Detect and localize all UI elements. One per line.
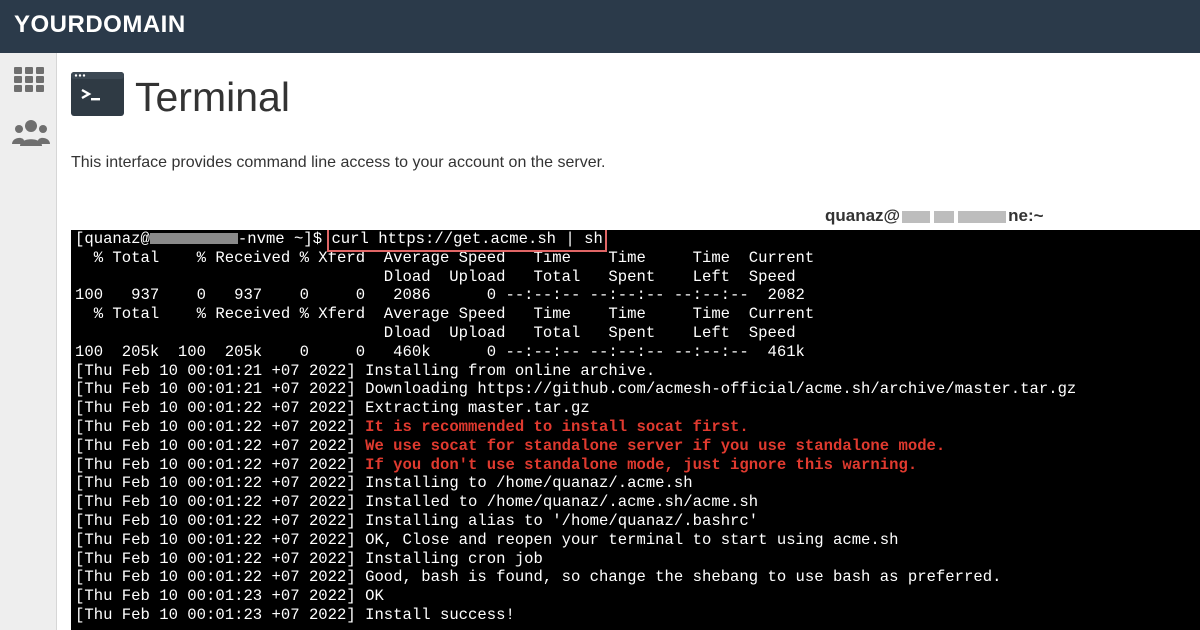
log-timestamp: [Thu Feb 10 00:01:22 +07 2022]: [75, 417, 366, 436]
log-text: Install success!: [365, 605, 515, 624]
terminal-output-line: [Thu Feb 10 00:01:22 +07 2022] Installin…: [71, 550, 1200, 569]
grid-icon[interactable]: [12, 65, 46, 95]
terminal-output-line: [Thu Feb 10 00:01:23 +07 2022] OK: [71, 587, 1200, 606]
log-timestamp: [Thu Feb 10 00:01:21 +07 2022]: [75, 380, 366, 399]
warning-text: It is recommended to install socat first…: [365, 417, 749, 436]
prompt-user: [quanaz@: [75, 230, 150, 248]
terminal-output-line: [Thu Feb 10 00:01:22 +07 2022] Extractin…: [71, 399, 1200, 418]
terminal-output-line: [Thu Feb 10 00:01:22 +07 2022] We use so…: [71, 437, 1200, 456]
log-timestamp: [Thu Feb 10 00:01:21 +07 2022]: [75, 361, 366, 380]
users-icon[interactable]: [12, 117, 50, 147]
terminal-output-line: % Total % Received % Xferd Average Speed…: [71, 249, 1200, 268]
log-text: Installing alias to '/home/quanaz/.bashr…: [365, 511, 759, 530]
warning-text: We use socat for standalone server if yo…: [365, 436, 946, 455]
warning-text: If you don't use standalone mode, just i…: [365, 455, 918, 474]
terminal-output-line: [Thu Feb 10 00:01:22 +07 2022] It is rec…: [71, 418, 1200, 437]
log-timestamp: [Thu Feb 10 00:01:22 +07 2022]: [75, 493, 366, 512]
log-timestamp: [Thu Feb 10 00:01:22 +07 2022]: [75, 568, 366, 587]
terminal-prompt-line: [quanaz@ -nvme ~]$ curl https://get.acme.…: [71, 230, 1200, 252]
log-timestamp: [Thu Feb 10 00:01:22 +07 2022]: [75, 436, 366, 455]
main-content: Terminal This interface provides command…: [57, 53, 1200, 630]
terminal-output-line: Dload Upload Total Spent Left Speed: [71, 268, 1200, 287]
terminal-output-line: [Thu Feb 10 00:01:22 +07 2022] If you do…: [71, 456, 1200, 475]
log-text: Extracting master.tar.gz: [365, 399, 590, 418]
terminal-output-line: % Total % Received % Xferd Average Speed…: [71, 305, 1200, 324]
terminal-output-line: [Thu Feb 10 00:01:21 +07 2022] Downloadi…: [71, 380, 1200, 399]
log-text: 100 937 0 937 0 0 2086 0 --:--:-- --:--:…: [75, 286, 805, 305]
host-label-start: quanaz@: [825, 206, 901, 225]
log-timestamp: [Thu Feb 10 00:01:22 +07 2022]: [75, 474, 366, 493]
log-timestamp: [Thu Feb 10 00:01:23 +07 2022]: [75, 587, 366, 606]
terminal-output-line: [Thu Feb 10 00:01:22 +07 2022] Good, bas…: [71, 568, 1200, 587]
terminal-output-line: [Thu Feb 10 00:01:22 +07 2022] OK, Close…: [71, 531, 1200, 550]
log-text: Installing from online archive.: [365, 361, 656, 380]
log-text: Good, bash is found, so change the sheba…: [365, 568, 1002, 587]
log-text: Installed to /home/quanaz/.acme.sh/acme.…: [365, 493, 759, 512]
top-bar: YOURDOMAIN: [0, 0, 1200, 53]
host-label: quanaz@ ne:~: [825, 206, 1044, 226]
prompt-suffix: -nvme ~]$: [237, 230, 332, 248]
log-text: Installing to /home/quanaz/.acme.sh: [365, 474, 693, 493]
redacted-block: [902, 210, 931, 223]
log-text: % Total % Received % Xferd Average Speed…: [75, 248, 815, 267]
terminal-output-line: 100 937 0 937 0 0 2086 0 --:--:-- --:--:…: [71, 286, 1200, 305]
log-text: 100 205k 100 205k 0 0 460k 0 --:--:-- --…: [75, 342, 805, 361]
page-title: Terminal: [135, 74, 290, 120]
log-timestamp: [Thu Feb 10 00:01:22 +07 2022]: [75, 399, 366, 418]
log-text: OK, Close and reopen your terminal to st…: [365, 530, 899, 549]
terminal-output-line: 100 205k 100 205k 0 0 460k 0 --:--:-- --…: [71, 343, 1200, 362]
terminal-output: % Total % Received % Xferd Average Speed…: [71, 249, 1200, 625]
redacted-block: [958, 210, 1007, 223]
log-text: OK: [365, 587, 384, 606]
terminal-output-line: [Thu Feb 10 00:01:22 +07 2022] Installed…: [71, 493, 1200, 512]
terminal-output-line: [Thu Feb 10 00:01:22 +07 2022] Installin…: [71, 512, 1200, 531]
brand-logo[interactable]: YOURDOMAIN: [14, 11, 186, 39]
log-timestamp: [Thu Feb 10 00:01:22 +07 2022]: [75, 530, 366, 549]
sidebar: [0, 53, 57, 630]
redacted-block: [149, 233, 238, 245]
log-text: Dload Upload Total Spent Left Speed: [75, 323, 796, 342]
terminal-output-line: [Thu Feb 10 00:01:22 +07 2022] Installin…: [71, 474, 1200, 493]
redacted-block: [934, 210, 955, 223]
host-label-end: ne:~: [1008, 206, 1044, 225]
terminal-output-line: Dload Upload Total Spent Left Speed: [71, 324, 1200, 343]
terminal-output-line: [Thu Feb 10 00:01:21 +07 2022] Installin…: [71, 362, 1200, 381]
highlighted-command: curl https://get.acme.sh | sh: [327, 230, 607, 252]
terminal-window[interactable]: [quanaz@ -nvme ~]$ curl https://get.acme.…: [71, 230, 1200, 630]
log-text: Downloading https://github.com/acmesh-of…: [365, 380, 1077, 399]
log-text: Installing cron job: [365, 549, 543, 568]
log-timestamp: [Thu Feb 10 00:01:23 +07 2022]: [75, 605, 366, 624]
log-text: Dload Upload Total Spent Left Speed: [75, 267, 796, 286]
terminal-icon: [71, 72, 124, 116]
log-timestamp: [Thu Feb 10 00:01:22 +07 2022]: [75, 549, 366, 568]
terminal-output-line: [Thu Feb 10 00:01:23 +07 2022] Install s…: [71, 606, 1200, 625]
page-description: This interface provides command line acc…: [71, 154, 606, 171]
log-text: % Total % Received % Xferd Average Speed…: [75, 305, 815, 324]
log-timestamp: [Thu Feb 10 00:01:22 +07 2022]: [75, 455, 366, 474]
log-timestamp: [Thu Feb 10 00:01:22 +07 2022]: [75, 511, 366, 530]
